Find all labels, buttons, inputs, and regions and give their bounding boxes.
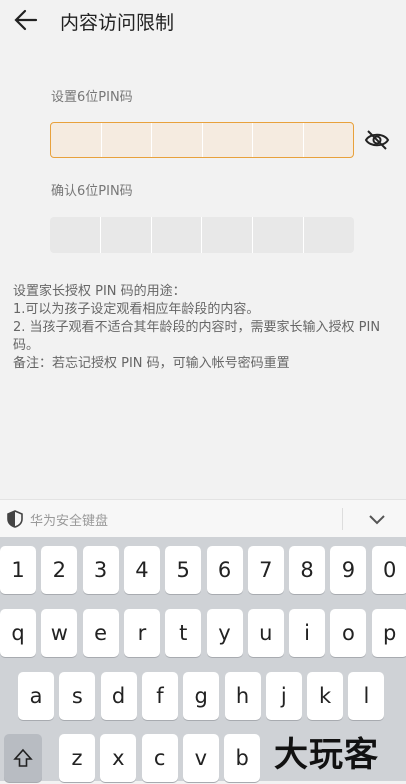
key-c[interactable]: c — [141, 734, 178, 782]
confirm-pin-input[interactable] — [50, 217, 354, 253]
watermark-logo: 大玩客 — [274, 735, 379, 775]
app-header: 内容访问限制 — [0, 0, 406, 44]
keyboard-header: 华为安全键盘 — [0, 499, 406, 538]
pin-cell — [304, 217, 354, 253]
pin-cell — [50, 217, 101, 253]
key-6[interactable]: 6 — [206, 546, 243, 594]
shield-icon — [7, 510, 23, 528]
info-heading: 设置家长授权 PIN 码的用途： — [13, 284, 186, 299]
set-pin-label: 设置6位PIN码 — [51, 90, 133, 105]
key-q[interactable]: q — [0, 609, 36, 657]
key-p[interactable]: p — [371, 609, 406, 657]
key-9[interactable]: 9 — [330, 546, 367, 594]
pin-cell — [152, 123, 203, 157]
shift-icon — [13, 748, 33, 767]
pin-usage-info: 设置家长授权 PIN 码的用途： 1.可以为孩子设定观看相应年龄段的内容。 2.… — [13, 283, 398, 373]
row-asdf: asdfghjkl — [0, 672, 406, 722]
key-2[interactable]: 2 — [41, 546, 78, 594]
key-e[interactable]: e — [82, 609, 119, 657]
key-k[interactable]: k — [307, 672, 344, 720]
eye-off-icon[interactable] — [364, 128, 390, 152]
key-0[interactable]: 0 — [371, 546, 406, 594]
key-3[interactable]: 3 — [82, 546, 119, 594]
row-qwerty: qwertyuiop — [0, 609, 406, 659]
pin-cell — [253, 217, 305, 253]
back-arrow-icon[interactable] — [12, 6, 40, 34]
key-w[interactable]: w — [41, 609, 78, 657]
key-j[interactable]: j — [265, 672, 302, 720]
key-i[interactable]: i — [289, 609, 326, 657]
pin-cell — [253, 123, 304, 157]
key-b[interactable]: b — [224, 734, 261, 782]
row-numbers: 1234567890 — [0, 546, 406, 596]
info-line-1: 1.可以为孩子设定观看相应年龄段的内容。 — [13, 302, 260, 317]
set-pin-input[interactable] — [50, 122, 354, 158]
info-line-2: 2. 当孩子观看不适合其年龄段的内容时，需要家长输入授权 PIN 码。 — [13, 320, 381, 353]
key-o[interactable]: o — [330, 609, 367, 657]
key-u[interactable]: u — [247, 609, 284, 657]
key-g[interactable]: g — [183, 672, 220, 720]
pin-cell — [152, 217, 203, 253]
key-x[interactable]: x — [100, 734, 137, 782]
page-title: 内容访问限制 — [60, 12, 175, 34]
key-z[interactable]: z — [59, 734, 95, 782]
chevron-down-icon[interactable] — [368, 512, 386, 526]
pin-cell — [101, 217, 152, 253]
shift-key[interactable] — [4, 734, 42, 782]
key-r[interactable]: r — [123, 609, 160, 657]
key-8[interactable]: 8 — [289, 546, 326, 594]
key-f[interactable]: f — [141, 672, 178, 720]
key-4[interactable]: 4 — [123, 546, 160, 594]
key-t[interactable]: t — [165, 609, 202, 657]
key-s[interactable]: s — [59, 672, 96, 720]
keyboard-title: 华为安全键盘 — [30, 514, 109, 529]
key-5[interactable]: 5 — [165, 546, 202, 594]
key-d[interactable]: d — [100, 672, 137, 720]
divider — [342, 508, 343, 530]
key-v[interactable]: v — [182, 734, 219, 782]
pin-cell — [304, 123, 354, 157]
key-l[interactable]: l — [348, 672, 385, 720]
key-h[interactable]: h — [224, 672, 261, 720]
confirm-pin-label: 确认6位PIN码 — [51, 184, 133, 199]
pin-cell — [51, 123, 102, 157]
info-note: 备注：若忘记授权 PIN 码，可输入帐号密码重置 — [13, 356, 290, 371]
pin-cell — [102, 123, 152, 157]
pin-cell — [202, 217, 254, 253]
key-y[interactable]: y — [206, 609, 243, 657]
pin-cell — [203, 123, 253, 157]
key-7[interactable]: 7 — [247, 546, 284, 594]
key-1[interactable]: 1 — [0, 546, 36, 594]
key-a[interactable]: a — [18, 672, 54, 720]
